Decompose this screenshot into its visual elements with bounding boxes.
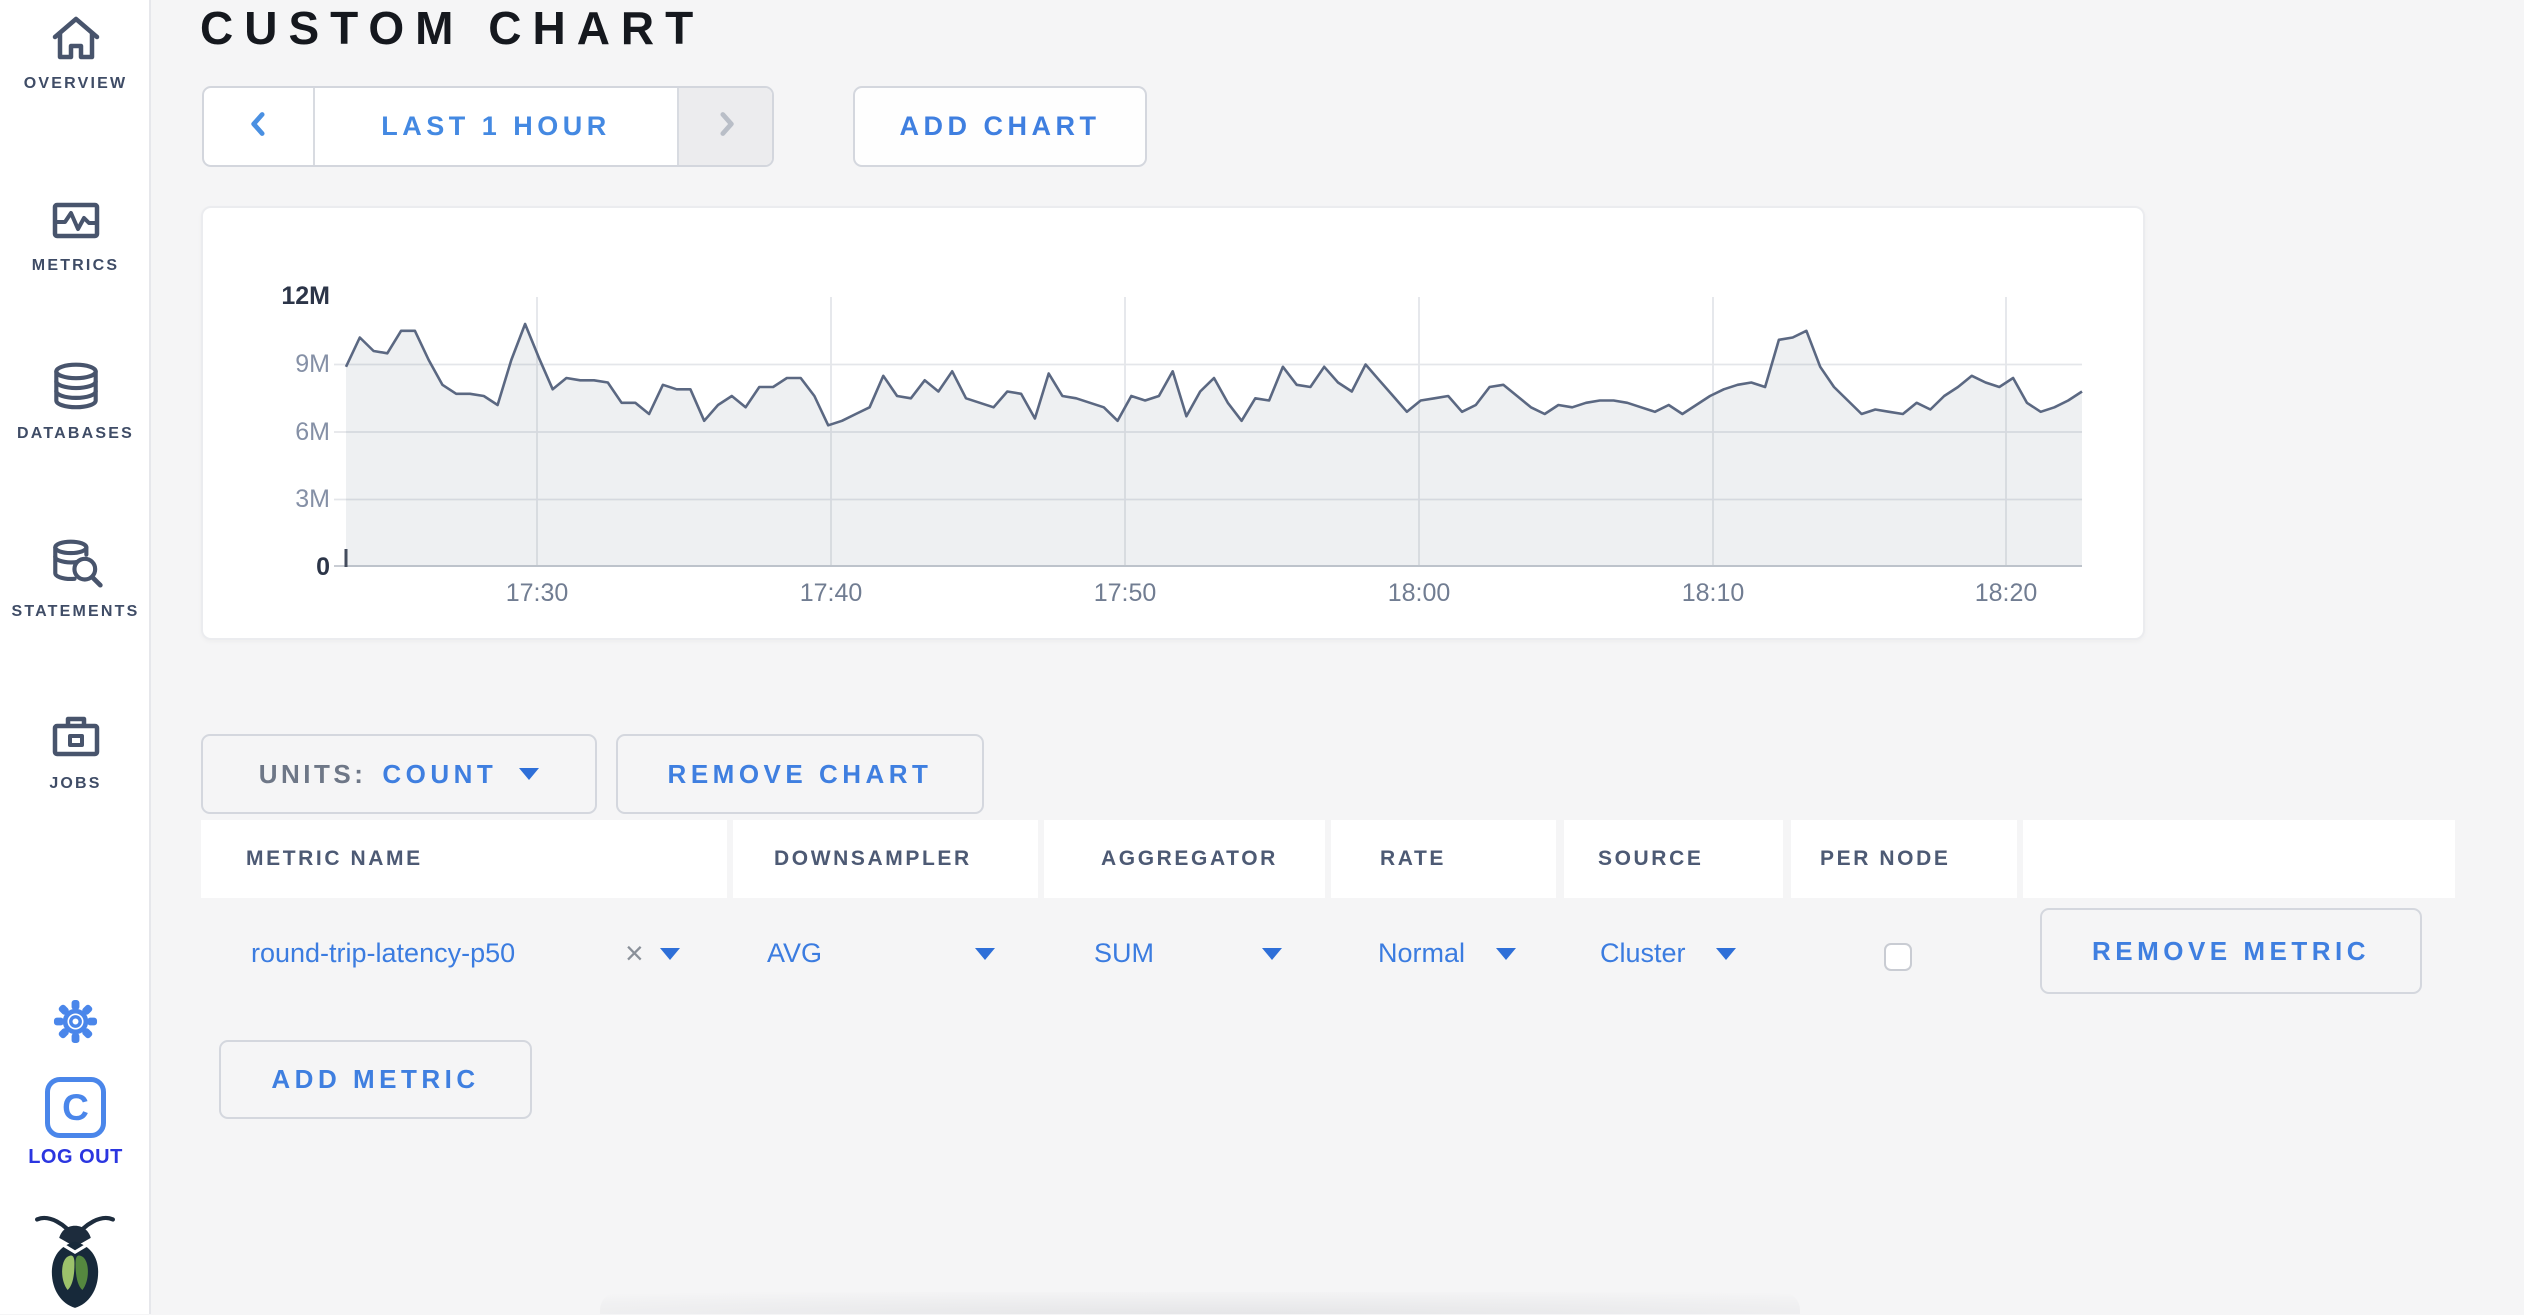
chevron-left-icon — [241, 106, 277, 147]
source-select[interactable]: Cluster — [1600, 938, 1686, 969]
downsampler-caret-icon[interactable] — [975, 948, 995, 960]
sidebar-item-databases[interactable]: DATABASES — [0, 358, 151, 443]
sidebar-item-label: JOBS — [49, 775, 102, 792]
briefcase-icon — [48, 710, 104, 766]
x-axis-label-1740: 17:40 — [799, 579, 863, 607]
column-header-actions — [2023, 820, 2455, 898]
c-badge-letter: C — [62, 1086, 89, 1128]
add-metric-button[interactable]: ADD METRIC — [219, 1040, 532, 1119]
home-icon — [48, 10, 104, 66]
x-axis-label-1810: 18:10 — [1681, 579, 1745, 607]
time-window-selector: LAST 1 HOUR — [202, 86, 774, 167]
sidebar-item-label: STATEMENTS — [11, 603, 140, 620]
aggregator-caret-icon[interactable] — [1262, 948, 1282, 960]
aggregator-select[interactable]: SUM — [1094, 938, 1154, 969]
x-axis-label-1750: 17:50 — [1093, 579, 1157, 607]
statements-icon — [47, 536, 105, 594]
x-axis-label-1730: 17:30 — [505, 579, 569, 607]
column-header-aggregator: AGGREGATOR — [1044, 820, 1325, 898]
y-axis-label-6m: 6M — [295, 418, 330, 446]
y-axis-label-12m: 12M — [281, 282, 330, 310]
sidebar-item-metrics[interactable]: METRICS — [0, 192, 151, 275]
clear-metric-icon[interactable]: × — [625, 936, 644, 970]
remove-metric-button[interactable]: REMOVE METRIC — [2040, 908, 2422, 994]
chevron-right-icon — [708, 106, 744, 147]
remove-chart-button[interactable]: REMOVE CHART — [616, 734, 984, 814]
page-title: CUSTOM CHART — [200, 2, 705, 54]
y-axis-label-9m: 9M — [295, 350, 330, 378]
column-header-downsampler: DOWNSAMPLER — [733, 820, 1038, 898]
database-icon — [47, 358, 105, 416]
rate-select[interactable]: Normal — [1378, 938, 1465, 969]
x-axis-label-1820: 18:20 — [1974, 579, 2038, 607]
units-value: COUNT — [382, 758, 498, 789]
source-caret-icon[interactable] — [1716, 948, 1736, 960]
chevron-down-icon — [519, 768, 540, 780]
area-chart-plot[interactable] — [334, 297, 2083, 567]
column-header-per-node: PER NODE — [1791, 820, 2017, 898]
time-window-label[interactable]: LAST 1 HOUR — [315, 88, 677, 165]
y-axis-label-0: 0 — [316, 553, 330, 581]
sidebar-item-label: OVERVIEW — [23, 75, 128, 92]
rate-caret-icon[interactable] — [1496, 948, 1516, 960]
cockroach-bug-icon — [33, 1210, 117, 1310]
sidebar-item-label: DATABASES — [17, 425, 134, 442]
per-node-checkbox[interactable] — [1884, 943, 1912, 971]
sidebar: OVERVIEW METRICS DATABASES STATEMENTS JO… — [0, 0, 151, 1314]
sidebar-item-statements[interactable]: STATEMENTS — [0, 536, 151, 621]
chart-area-fill — [346, 324, 2082, 567]
sidebar-item-jobs[interactable]: JOBS — [0, 710, 151, 793]
add-chart-button[interactable]: ADD CHART — [853, 86, 1147, 167]
time-window-prev-button[interactable] — [204, 88, 315, 165]
logout-button[interactable]: LOG OUT — [0, 1146, 151, 1169]
sidebar-item-label: METRICS — [31, 257, 120, 274]
time-window-next-button[interactable] — [677, 88, 772, 165]
custom-chart-panel: 12M 9M 6M 3M 0 17:30 17:40 17:50 18:00 1… — [201, 206, 2145, 640]
cockroach-c-icon[interactable]: C — [45, 1077, 106, 1138]
bottom-edge-shadow — [600, 1292, 1800, 1314]
x-axis-label-1800: 18:00 — [1387, 579, 1451, 607]
metric-name-select[interactable]: round-trip-latency-p50 — [251, 938, 515, 969]
metrics-icon — [48, 192, 104, 248]
column-header-rate: RATE — [1331, 820, 1556, 898]
y-axis-label-3m: 3M — [295, 485, 330, 513]
units-dropdown[interactable]: UNITS: COUNT — [201, 734, 597, 814]
units-prefix-label: UNITS: — [258, 758, 367, 789]
metric-name-caret-icon[interactable] — [660, 948, 680, 960]
downsampler-select[interactable]: AVG — [767, 938, 822, 969]
column-header-metric-name: METRIC NAME — [201, 820, 727, 898]
gear-icon[interactable] — [52, 998, 99, 1045]
sidebar-item-overview[interactable]: OVERVIEW — [0, 10, 151, 93]
column-header-source: SOURCE — [1564, 820, 1783, 898]
